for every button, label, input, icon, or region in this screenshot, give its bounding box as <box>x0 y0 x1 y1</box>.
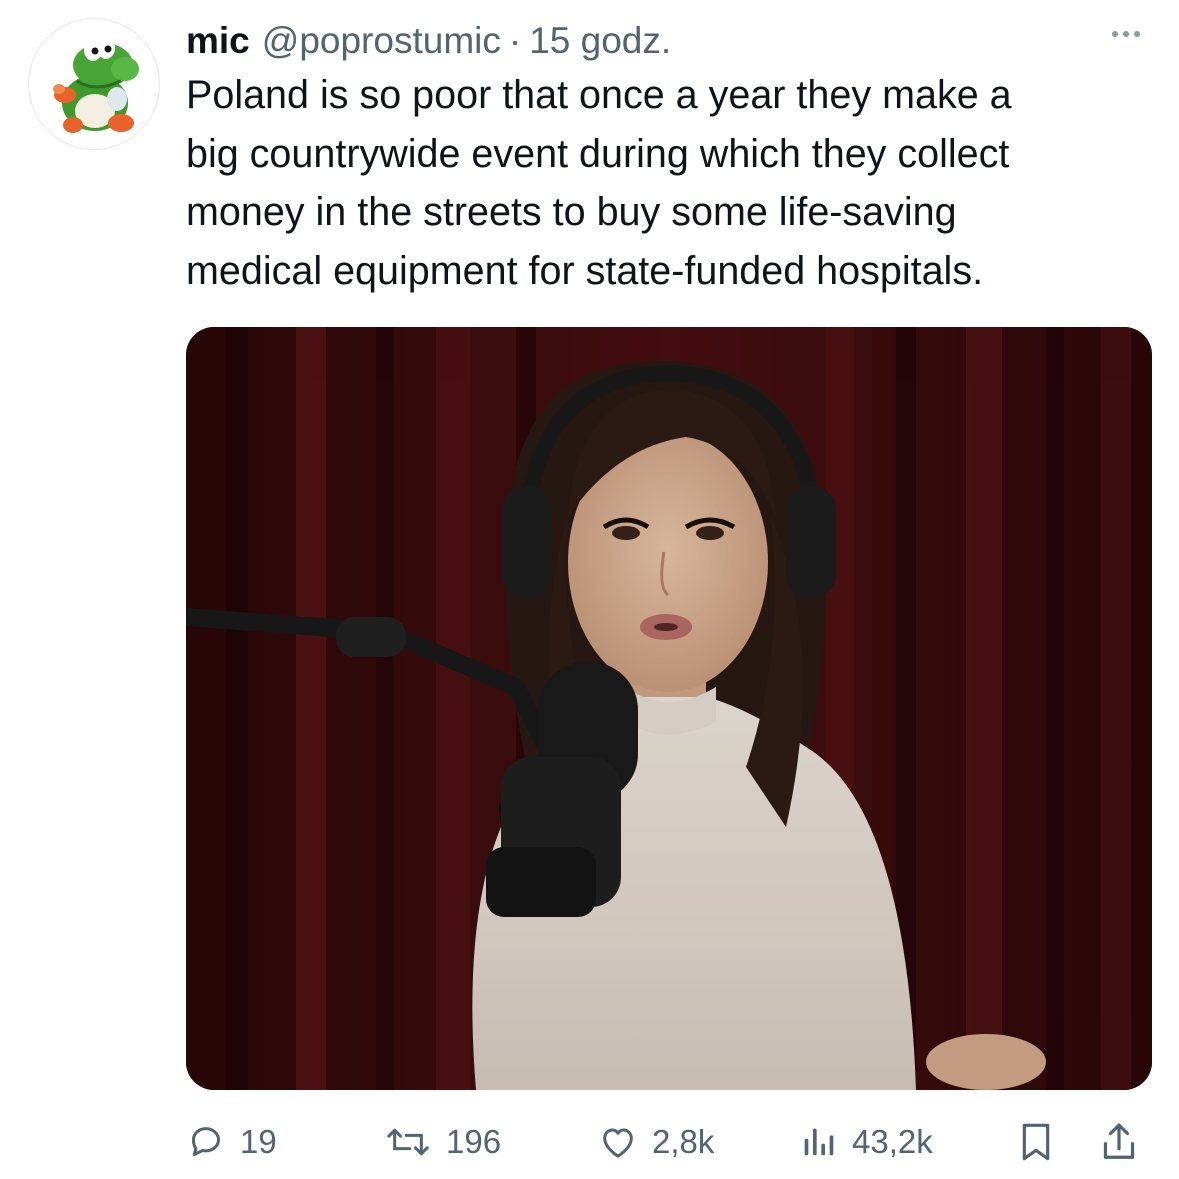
tweet-timestamp[interactable]: 15 godz. <box>529 20 671 62</box>
heart-icon <box>603 1128 633 1158</box>
tweet-media-photo[interactable] <box>186 327 1152 1090</box>
repost-arrows-icon <box>387 1128 429 1156</box>
author-handle[interactable]: @poprostumic <box>262 20 501 62</box>
tweet-action-bar: 19 196 2,8k 43,2k <box>186 1112 1152 1172</box>
more-dot <box>1123 31 1129 37</box>
share-upload-icon <box>1103 1123 1135 1159</box>
views-button[interactable]: 43,2k <box>798 1112 933 1172</box>
tweet-text: Poland is so poor that once a year they … <box>186 73 1012 293</box>
more-options-button[interactable] <box>1103 14 1149 54</box>
reply-button[interactable]: 19 <box>186 1112 277 1172</box>
tweet-header: mic @poprostumic · 15 godz. <box>186 14 1149 68</box>
share-button[interactable] <box>1098 1112 1140 1172</box>
more-dot <box>1134 31 1140 37</box>
bookmark-icon <box>1022 1123 1050 1161</box>
header-separator: · <box>508 20 522 61</box>
author-name[interactable]: mic <box>186 20 250 62</box>
repost-count: 196 <box>446 1123 502 1160</box>
views-count: 43,2k <box>852 1123 933 1160</box>
podcast-photo <box>186 327 1152 1090</box>
repost-button[interactable]: 196 <box>384 1112 501 1172</box>
yoshi-avatar-image <box>53 37 139 133</box>
reply-bubble-icon <box>192 1127 220 1156</box>
author-avatar[interactable] <box>28 18 160 150</box>
bar-chart-icon <box>804 1128 834 1156</box>
like-count: 2,8k <box>652 1123 715 1160</box>
more-dots-icon <box>1112 31 1118 37</box>
like-button[interactable]: 2,8k <box>598 1112 714 1172</box>
bookmark-button[interactable] <box>1016 1112 1056 1172</box>
reply-count: 19 <box>240 1123 277 1160</box>
